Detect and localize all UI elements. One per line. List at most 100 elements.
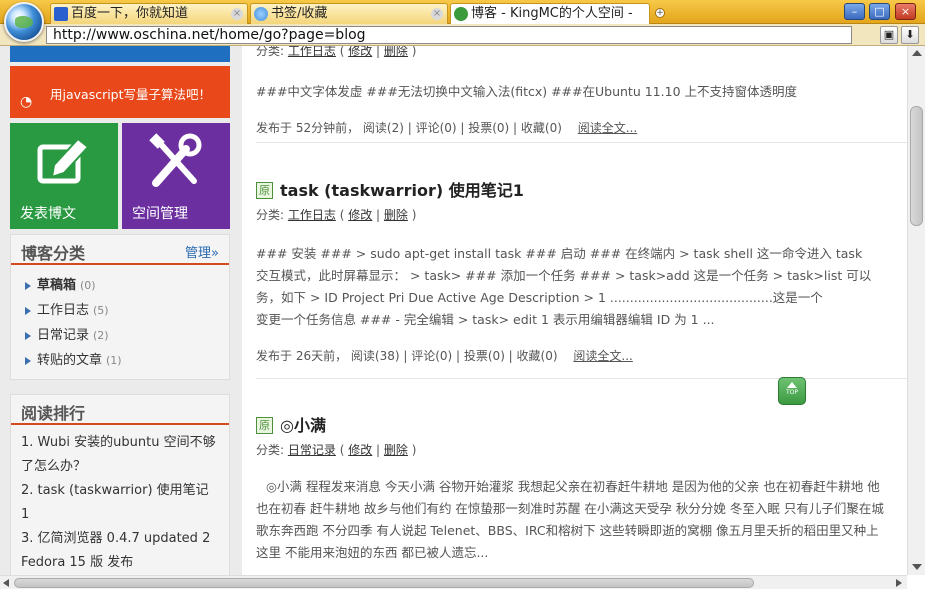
maximize-button[interactable]: □ xyxy=(869,3,890,20)
category-name: 转贴的文章 xyxy=(37,353,103,368)
ranking-panel: 阅读排行 1. Wubi 安装的ubuntu 空间不够 了怎么办？ 2. tas… xyxy=(10,394,230,589)
edit-link[interactable]: 修改 xyxy=(348,46,372,58)
summary-line: 交互模式，此时屏幕显示： > task> ### 添加一个任务 ### > ta… xyxy=(256,268,872,283)
post-summary: ###中文字体发虚 ###无法切换中文输入法(fitcx) ###在Ubuntu… xyxy=(256,84,797,99)
summary-line: 变更一个任务信息 ### - 完全编辑 > task> edit 1 表示用编辑… xyxy=(256,312,715,327)
vertical-scroll-thumb[interactable] xyxy=(910,106,923,226)
tools-icon xyxy=(149,133,202,187)
read-more-link[interactable]: 阅读全文... xyxy=(578,121,637,135)
post-title-row: 原 task (taskwarrior) 使用笔记1 xyxy=(256,180,907,202)
divider xyxy=(256,142,907,143)
category-header: 博客分类 管理» xyxy=(11,235,229,265)
post-meta: 分类: 工作日志 ( 修改 | 删除 ) xyxy=(256,46,417,58)
space-manage-tile[interactable]: 空间管理 xyxy=(122,123,230,229)
category-name: 日常记录 xyxy=(37,328,90,343)
post-stats: 发布于 52分钟前， 阅读(2) | 评论(0) | 投票(0) | 收藏(0) xyxy=(256,121,562,135)
meta-prefix: 分类: xyxy=(256,443,285,457)
back-to-top-button[interactable]: TOP xyxy=(778,377,806,405)
scroll-right-arrow-icon[interactable] xyxy=(896,579,902,587)
tab-blog[interactable]: 博客 - KingMC的个人空间 - xyxy=(450,3,650,25)
original-badge: 原 xyxy=(256,417,273,434)
scroll-left-arrow-icon[interactable] xyxy=(3,579,9,587)
close-window-button[interactable]: × xyxy=(895,3,916,20)
tab-baidu[interactable]: 百度一下，你就知道 × xyxy=(50,3,248,24)
tab-label: 博客 - KingMC的个人空间 - xyxy=(471,6,633,21)
quantum-article-label: 用javascript写量子算法吧！ xyxy=(50,87,212,102)
category-item-reposts[interactable]: 转贴的文章 (1) xyxy=(11,348,229,373)
category-item-worklog[interactable]: 工作日志 (5) xyxy=(11,298,229,323)
read-more-link[interactable]: 阅读全文... xyxy=(573,349,632,363)
blog-post: 分类: 工作日志 ( 修改 | 删除 ) ###中文字体发虚 ###无法切换中文… xyxy=(256,46,907,136)
ranking-item-2-cont[interactable]: 1 xyxy=(11,503,229,527)
post-category-link[interactable]: 工作日志 xyxy=(288,208,336,222)
post-blog-tile[interactable]: 发表博文 xyxy=(10,123,118,229)
camera-icon[interactable]: ▣ xyxy=(880,26,898,44)
category-title: 博客分类 xyxy=(21,244,86,263)
address-toolbar: http://www.oschina.net/home/go?page=blog… xyxy=(0,24,925,46)
browser-logo-icon[interactable] xyxy=(4,2,44,42)
tab-bookmarks[interactable]: 书签/收藏 × xyxy=(250,3,448,24)
scroll-down-arrow-icon[interactable] xyxy=(912,564,922,570)
post-title[interactable]: task (taskwarrior) 使用笔记1 xyxy=(280,181,524,200)
post-footer: 发布于 26天前， 阅读(38) | 评论(0) | 投票(0) | 收藏(0)… xyxy=(256,347,907,364)
edit-link[interactable]: 修改 xyxy=(348,208,372,222)
ranking-item-2[interactable]: 2. task (taskwarrior) 使用笔记 xyxy=(11,479,229,503)
ranking-item-3-cont[interactable]: Fedora 15 版 发布 xyxy=(11,551,229,575)
quantum-article-tile[interactable]: ◔ 用javascript写量子算法吧！ xyxy=(10,66,230,118)
summary-line: 这里 不能用来泡妞的东西 都已被人遗忘... xyxy=(256,545,489,560)
globe-icon xyxy=(254,7,268,21)
scroll-up-arrow-icon[interactable] xyxy=(912,50,922,56)
sidebar: ◔ 用javascript写量子算法吧！ 发表博文 空间管理 博客分类 管理» xyxy=(0,46,242,589)
arrow-right-icon xyxy=(25,332,31,340)
arrow-right-icon xyxy=(25,357,31,365)
category-count: (5) xyxy=(93,304,109,317)
category-manage-link[interactable]: 管理» xyxy=(185,242,219,261)
new-tab-button[interactable]: + xyxy=(655,8,665,18)
category-name: 工作日志 xyxy=(37,303,90,318)
summary-line: 务，如下 > ID Project Pri Due Active Age Des… xyxy=(256,290,823,305)
summary-line: 歌东奔西跑 不分四季 有人说起 Telenet、BBS、IRC和榕树下 这些转瞬… xyxy=(256,523,879,538)
ranking-item-1-cont[interactable]: 了怎么办？ xyxy=(11,455,229,479)
post-blog-label: 发表博文 xyxy=(20,206,76,222)
ranking-item-1[interactable]: 1. Wubi 安装的ubuntu 空间不够 xyxy=(11,431,229,455)
close-icon[interactable]: × xyxy=(431,8,443,20)
category-item-daily[interactable]: 日常记录 (2) xyxy=(11,323,229,348)
meta-separator: | xyxy=(376,46,381,58)
minimize-button[interactable]: – xyxy=(844,3,865,20)
post-title[interactable]: ◎小满 xyxy=(280,416,326,435)
delete-link[interactable]: 删除 xyxy=(384,443,408,457)
delete-link[interactable]: 删除 xyxy=(384,46,408,58)
paw-icon xyxy=(54,7,68,21)
close-icon[interactable]: × xyxy=(231,8,243,20)
summary-line: 也在初春 赶牛耕地 故乡与他们有约 在惊蛰那一刻准时苏醒 在小满这天受孕 秋分分… xyxy=(256,501,884,516)
blue-tile[interactable] xyxy=(10,46,230,62)
address-input[interactable]: http://www.oschina.net/home/go?page=blog xyxy=(46,26,852,44)
post-meta: 分类: 工作日志 ( 修改 | 删除 ) xyxy=(256,208,417,222)
arrow-up-icon xyxy=(787,382,797,388)
top-label: TOP xyxy=(785,389,798,396)
pencil-write-icon xyxy=(37,137,90,184)
category-item-drafts[interactable]: 草稿箱 (0) xyxy=(11,273,229,298)
category-count: (1) xyxy=(106,354,122,367)
download-icon[interactable]: ⬇ xyxy=(901,26,919,44)
post-summary: ### 安装 ### > sudo apt-get install task #… xyxy=(256,243,907,331)
category-panel: 博客分类 管理» 草稿箱 (0) 工作日志 (5) 日常记录 (2) 转贴的文章… xyxy=(10,234,230,380)
horizontal-scrollbar[interactable] xyxy=(0,575,907,589)
edit-link[interactable]: 修改 xyxy=(348,443,372,457)
delete-link[interactable]: 删除 xyxy=(384,208,408,222)
summary-line: ### 安装 ### > sudo apt-get install task #… xyxy=(256,246,863,261)
ranking-item-3[interactable]: 3. 亿简浏览器 0.4.7 updated 2 xyxy=(11,527,229,551)
horizontal-scroll-thumb[interactable] xyxy=(14,578,754,588)
category-count: (2) xyxy=(93,329,109,342)
rss-icon: ◔ xyxy=(20,94,33,110)
category-name: 草稿箱 xyxy=(37,278,77,293)
browser-titlebar: 百度一下，你就知道 × 书签/收藏 × 博客 - KingMC的个人空间 - +… xyxy=(0,0,925,25)
blog-post: 原 task (taskwarrior) 使用笔记1 分类: 工作日志 ( 修改… xyxy=(256,180,907,364)
ranking-title: 阅读排行 xyxy=(21,404,86,423)
meta-separator: | xyxy=(376,443,381,457)
space-manage-label: 空间管理 xyxy=(132,206,188,222)
post-category-link[interactable]: 工作日志 xyxy=(288,46,336,58)
original-badge: 原 xyxy=(256,182,273,199)
vertical-scrollbar[interactable] xyxy=(907,46,925,575)
post-category-link[interactable]: 日常记录 xyxy=(288,443,336,457)
